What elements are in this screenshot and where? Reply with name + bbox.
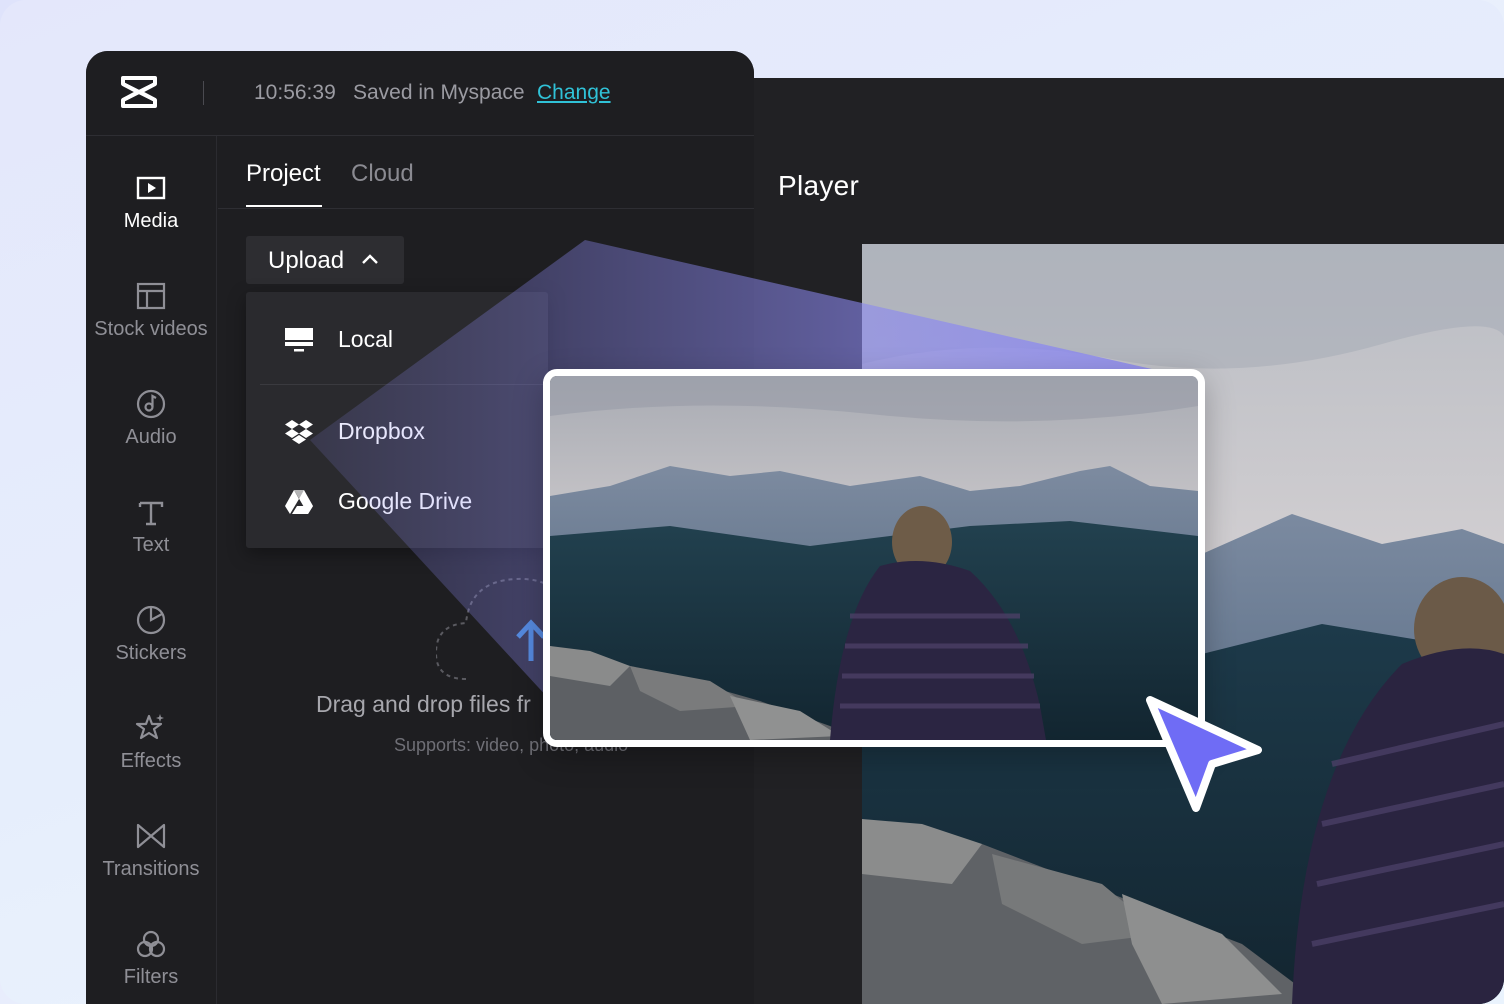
- dropbox-icon: [285, 420, 313, 444]
- menu-item-local[interactable]: Local: [246, 310, 548, 370]
- upload-button-label: Upload: [268, 247, 345, 274]
- music-note-icon: [136, 389, 166, 419]
- sidebar-item-label: Stock videos: [94, 318, 208, 340]
- monitor-icon: [285, 328, 313, 352]
- text-t-icon: [138, 501, 164, 526]
- chevron-up-icon: [362, 254, 378, 264]
- sidebar-item-effects[interactable]: Effects: [86, 712, 216, 773]
- sparkle-star-icon: [135, 714, 164, 740]
- sidebar-item-text[interactable]: Text: [86, 496, 216, 557]
- menu-item-google-drive[interactable]: Google Drive: [246, 472, 548, 532]
- menu-item-label: Local: [338, 326, 393, 352]
- sidebar-item-label: Audio: [125, 426, 177, 448]
- sidebar-item-media[interactable]: Media: [86, 172, 216, 233]
- sidebar-item-stock-videos[interactable]: Stock videos: [86, 280, 216, 341]
- menu-item-label: Dropbox: [338, 418, 425, 444]
- background-frame: Player 10:56:39 Saved in Myspace Change …: [0, 0, 1504, 1004]
- capcut-logo-icon[interactable]: [120, 74, 158, 110]
- sidebar-item-label: Text: [132, 534, 170, 556]
- sidebar-item-label: Stickers: [115, 642, 187, 664]
- active-tab-indicator: [246, 205, 322, 207]
- sidebar-item-transitions[interactable]: Transitions: [86, 820, 216, 881]
- sidebar-item-stickers[interactable]: Stickers: [86, 604, 216, 665]
- filter-circles-icon: [136, 930, 166, 958]
- sidebar-item-filters[interactable]: Filters: [86, 928, 216, 989]
- save-timestamp: 10:56:39: [254, 81, 336, 104]
- upload-button[interactable]: Upload: [246, 236, 404, 284]
- sticker-icon: [136, 605, 166, 635]
- sidebar-item-audio[interactable]: Audio: [86, 388, 216, 449]
- sidebar-item-label: Media: [123, 210, 179, 232]
- menu-item-label: Google Drive: [338, 488, 473, 514]
- top-bar: 10:56:39 Saved in Myspace Change: [86, 51, 754, 136]
- bowtie-icon: [136, 823, 166, 849]
- google-drive-icon: [285, 490, 313, 514]
- sidebar: Media Stock videos Audio Text Stickers E…: [86, 136, 217, 1004]
- drop-zone-title: Drag and drop files fr: [316, 691, 531, 717]
- topbar-divider: [203, 81, 204, 105]
- upload-menu: Local Dropbox Google Drive: [246, 292, 548, 548]
- sidebar-item-label: Filters: [123, 966, 179, 988]
- media-play-icon: [136, 176, 166, 200]
- save-status: Saved in Myspace: [353, 81, 525, 104]
- pointer-cursor-icon: [1146, 696, 1262, 812]
- player-title: Player: [778, 170, 860, 201]
- media-tabs: Project Cloud: [218, 136, 754, 209]
- mountain-scene-zoomed: [550, 376, 1198, 740]
- zoomed-preview-frame: [543, 369, 1205, 747]
- tab-cloud[interactable]: Cloud: [351, 160, 414, 188]
- layout-grid-icon: [136, 282, 166, 310]
- tab-project[interactable]: Project: [246, 160, 321, 188]
- sidebar-item-label: Transitions: [102, 858, 200, 880]
- sidebar-item-label: Effects: [120, 750, 182, 772]
- menu-separator: [260, 384, 548, 385]
- menu-item-dropbox[interactable]: Dropbox: [246, 402, 548, 462]
- change-location-link[interactable]: Change: [537, 81, 611, 105]
